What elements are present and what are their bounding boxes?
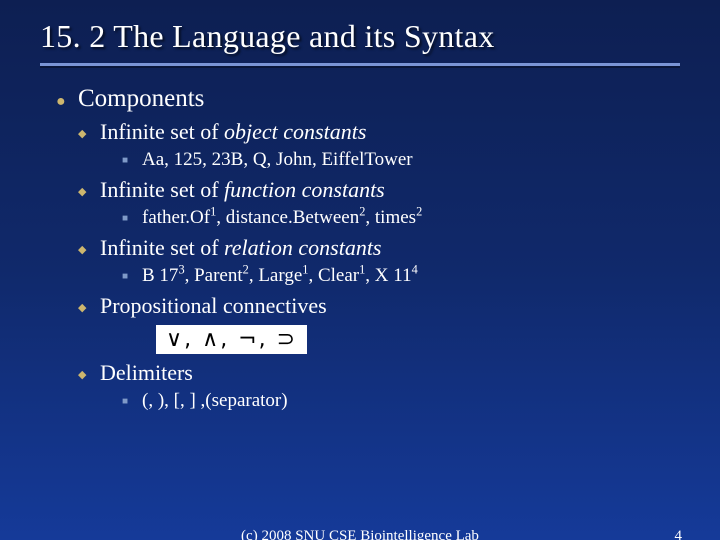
footer-copyright: (c) 2008 SNU CSE Biointelligence Lab — [241, 528, 479, 540]
text: Infinite set of — [100, 119, 224, 144]
square-bullet-icon: ■ — [122, 213, 142, 224]
text: , distance.Between — [216, 207, 359, 228]
text: , X 11 — [365, 265, 411, 286]
text: Infinite set of — [100, 235, 224, 260]
function-constants-examples: father.Of1, distance.Between2, times2 — [142, 207, 422, 229]
slide-body: ● Components ◆ Infinite set of object co… — [0, 69, 720, 412]
diamond-bullet-icon: ◆ — [78, 127, 100, 140]
diamond-bullet-icon: ◆ — [78, 185, 100, 198]
text: Infinite set of — [100, 177, 224, 202]
text: father.Of — [142, 207, 210, 228]
bullet-level1: ● Components — [56, 85, 680, 113]
diamond-bullet-icon: ◆ — [78, 368, 100, 381]
level2-group: ◆ Infinite set of object constants ■ Aa,… — [78, 119, 680, 412]
text-italic: function constants — [224, 177, 385, 202]
object-constants-examples: Aa, 125, 23B, Q, John, EiffelTower — [142, 149, 413, 171]
delimiters-label: Delimiters — [100, 360, 193, 386]
object-constants-label: Infinite set of object constants — [100, 119, 366, 145]
slide-title: 15. 2 The Language and its Syntax — [40, 18, 680, 55]
bullet-level3: ■ Aa, 125, 23B, Q, John, EiffelTower — [122, 149, 680, 171]
page-number: 4 — [675, 528, 683, 540]
text-italic: object constants — [224, 119, 366, 144]
superscript: 2 — [416, 205, 422, 219]
bullet-level2: ◆ Delimiters — [78, 360, 680, 386]
diamond-bullet-icon: ◆ — [78, 301, 100, 314]
text-italic: relation constants — [224, 235, 381, 260]
text: , Clear — [308, 265, 359, 286]
square-bullet-icon: ■ — [122, 271, 142, 282]
bullet-level3: ■ father.Of1, distance.Between2, times2 — [122, 207, 680, 229]
text: B 17 — [142, 265, 178, 286]
disc-bullet-icon: ● — [56, 93, 78, 111]
square-bullet-icon: ■ — [122, 396, 142, 407]
slide: 15. 2 The Language and its Syntax ● Comp… — [0, 0, 720, 540]
square-bullet-icon: ■ — [122, 155, 142, 166]
diamond-bullet-icon: ◆ — [78, 243, 100, 256]
propositional-connectives-label: Propositional connectives — [100, 293, 327, 319]
text: , Parent — [185, 265, 243, 286]
components-label: Components — [78, 85, 204, 113]
title-area: 15. 2 The Language and its Syntax — [0, 0, 720, 55]
text: , times — [365, 207, 416, 228]
superscript: 4 — [412, 263, 418, 277]
connectives-symbols-box: ∨, ∧, ¬, ⊃ — [156, 325, 307, 354]
relation-constants-label: Infinite set of relation constants — [100, 235, 382, 261]
bullet-level2: ◆ Infinite set of function constants — [78, 177, 680, 203]
function-constants-label: Infinite set of function constants — [100, 177, 385, 203]
bullet-level2: ◆ Propositional connectives — [78, 293, 680, 319]
text: , Large — [249, 265, 302, 286]
delimiters-examples: (, ), [, ] ,(separator) — [142, 390, 288, 412]
title-underline — [40, 63, 680, 69]
bullet-level2: ◆ Infinite set of relation constants — [78, 235, 680, 261]
relation-constants-examples: B 173, Parent2, Large1, Clear1, X 114 — [142, 265, 418, 287]
bullet-level3: ■ B 173, Parent2, Large1, Clear1, X 114 — [122, 265, 680, 287]
bullet-level2: ◆ Infinite set of object constants — [78, 119, 680, 145]
bullet-level3: ■ (, ), [, ] ,(separator) — [122, 390, 680, 412]
